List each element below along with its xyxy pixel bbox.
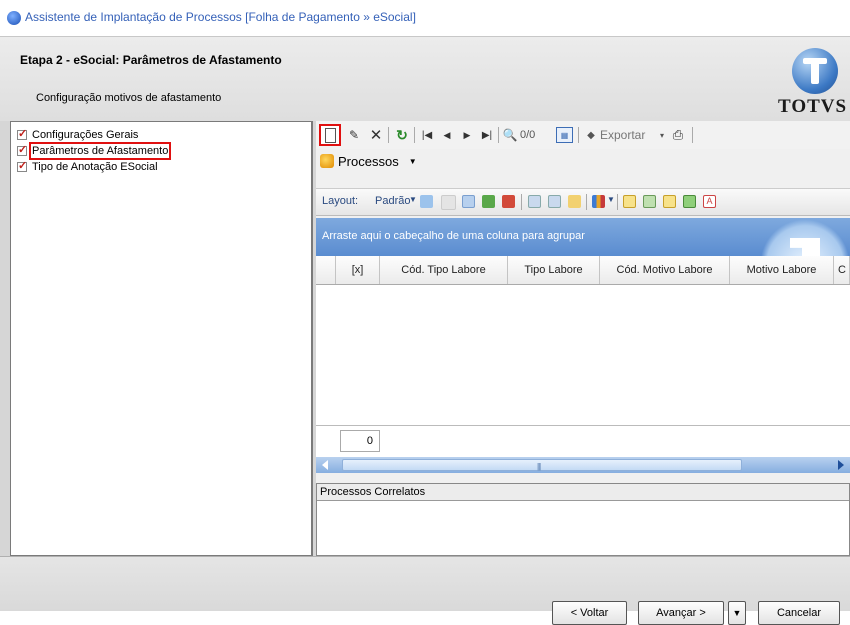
layout-toolbar: Layout: Padrão ▼ ▼ A [316,188,850,216]
totvs-logo-text: TOTVS [778,96,848,117]
chart-dropdown-icon[interactable]: ▼ [607,195,615,204]
column-header-select[interactable]: [x] [336,256,380,284]
column-header-more[interactable]: C [834,256,850,284]
next-dropdown-button[interactable]: ▼ [728,601,746,625]
tree-item-label: Parâmetros de Afastamento [28,142,172,160]
related-processes-title: Processos Correlatos [317,484,849,501]
summary-icon[interactable] [548,195,561,208]
toolbar-divider [414,127,415,143]
processos-menu[interactable]: Processos ▼ [320,151,417,171]
first-record-icon[interactable]: |◀ [420,127,434,143]
save-layout-icon[interactable] [420,195,433,208]
toolbar-divider [521,194,522,210]
chevron-down-icon: ▼ [408,156,417,166]
view-option-icon[interactable] [623,195,636,208]
tree-item-label: Configurações Gerais [32,129,139,141]
toolbar-divider [692,127,693,143]
font-icon[interactable]: A [703,195,716,208]
window-title: Assistente de Implantação de Processos [… [25,10,416,24]
back-button-label: < Voltar [570,607,609,619]
tree-item-tipo-anotacao[interactable]: Tipo de Anotação ESocial [17,159,158,174]
layout-label: Layout: [322,195,359,207]
grid-view-icon[interactable]: ▦ [556,127,573,143]
columns-icon[interactable] [462,195,475,208]
tree-item-parametros-afastamento[interactable]: Parâmetros de Afastamento [17,142,172,160]
column-header-cod-motivo-labore[interactable]: Cód. Motivo Labore [600,256,730,284]
toolbar-divider [498,127,499,143]
column-header-tipo-labore[interactable]: Tipo Labore [508,256,600,284]
scroll-right-icon[interactable] [838,460,844,470]
edit-icon[interactable]: ✎ [346,127,362,143]
filter-icon[interactable] [528,195,541,208]
parameters-tree: Configurações Gerais Parâmetros de Afast… [10,121,313,556]
import-layout-icon[interactable] [482,195,495,208]
export-layout-icon[interactable] [502,195,515,208]
format-icon[interactable] [568,195,581,208]
prev-record-icon[interactable]: ◀ [440,127,454,143]
new-record-button[interactable] [319,124,341,146]
processos-label: Processos [338,153,399,169]
next-record-icon[interactable]: ▶ [460,127,474,143]
thumb-grip-icon: ||| [537,462,541,471]
export-button[interactable]: Exportar [600,127,645,143]
processos-gear-icon [320,154,334,168]
toolbar-divider [578,127,579,143]
column-header-cod-tipo-labore[interactable]: Cód. Tipo Labore [380,256,508,284]
layout-dropdown-icon[interactable]: ▼ [409,195,417,204]
column-header-motivo-labore[interactable]: Motivo Labore [730,256,834,284]
grid-footer [316,425,850,458]
back-button[interactable]: < Voltar [552,601,627,625]
tree-item-configuracoes-gerais[interactable]: Configurações Gerais [17,127,139,142]
wizard-footer: < Voltar Avançar > ▼ Cancelar [0,556,850,625]
checked-icon [17,159,27,172]
export-dropdown-icon[interactable]: ▾ [657,127,667,143]
cancel-button-label: Cancelar [776,607,822,619]
wizard-header: Etapa 2 - eSocial: Parâmetros de Afastam… [0,36,850,122]
nav-counter: 0/0 [520,129,536,141]
refresh-icon[interactable]: ↻ [394,127,410,143]
checked-icon [17,127,27,140]
tree-item-label: Tipo de Anotação ESocial [32,161,158,173]
grid-column-headers: [x] Cód. Tipo Labore Tipo Labore Cód. Mo… [316,256,850,285]
step-title: Etapa 2 - eSocial: Parâmetros de Afastam… [20,53,282,67]
toolbar-divider [617,194,618,210]
toolbar-divider [388,127,389,143]
totvs-logo-icon [792,48,838,94]
checked-icon [17,143,27,156]
app-globe-icon [7,11,21,25]
view-option-icon[interactable] [683,195,696,208]
record-toolbar: ✎ ✕ ↻ |◀ ◀ ▶ ▶| 🔍 0/0 ▦ ◆ Exportar ▾ ⎙ [316,121,850,149]
window-title-bar: Assistente de Implantação de Processos [… [0,0,850,36]
step-subtitle: Configuração motivos de afastamento [36,92,222,104]
next-button-label: Avançar > [656,607,706,619]
chart-icon[interactable] [592,195,605,208]
export-icon[interactable]: ◆ [584,127,598,143]
group-by-hint: Arraste aqui o cabeçalho de uma coluna p… [322,230,585,242]
view-option-icon[interactable] [643,195,656,208]
cancel-button[interactable]: Cancelar [758,601,840,625]
last-record-icon[interactable]: ▶| [480,127,494,143]
layout-select[interactable]: Padrão [375,195,410,207]
grid-body[interactable] [316,285,850,425]
binoculars-search-icon[interactable]: 🔍 [502,127,518,143]
row-indicator-header [316,256,336,284]
delete-icon[interactable]: ✕ [368,127,384,144]
next-button[interactable]: Avançar > [638,601,724,625]
view-option-icon[interactable] [663,195,676,208]
record-count: 0 [340,430,380,452]
scrollbar-thumb[interactable]: ||| [342,459,742,471]
toolbar-divider [586,194,587,210]
scroll-left-icon[interactable] [322,460,328,470]
print-icon[interactable]: ⎙ [670,127,686,143]
layout-disabled-icon [441,195,456,210]
